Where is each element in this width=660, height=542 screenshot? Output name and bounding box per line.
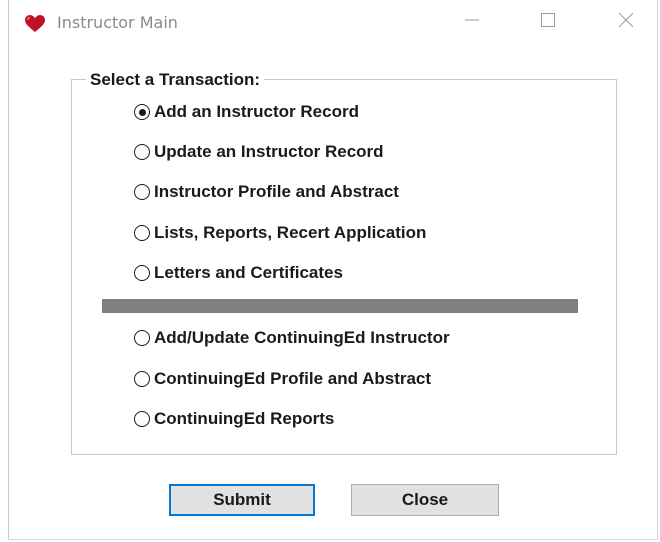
radio-label: Letters and Certificates	[154, 263, 343, 282]
transaction-groupbox: Select a Transaction: Add an Instructor …	[71, 70, 617, 455]
radio-button[interactable]	[134, 265, 150, 281]
radio-instructor-profile-abstract[interactable]: Instructor Profile and Abstract	[134, 180, 399, 204]
instructor-main-window: Instructor Main Select a Transaction: Ad…	[8, 0, 658, 540]
separator-bar	[102, 299, 578, 313]
radio-letters-certificates[interactable]: Letters and Certificates	[134, 261, 343, 285]
radio-lists-reports-recert[interactable]: Lists, Reports, Recert Application	[134, 221, 426, 245]
heart-icon	[25, 15, 45, 33]
close-window-button[interactable]	[603, 6, 649, 38]
radio-button[interactable]	[134, 330, 150, 346]
radio-label: Lists, Reports, Recert Application	[154, 223, 427, 242]
radio-button[interactable]	[134, 225, 150, 241]
submit-button[interactable]: Submit	[169, 484, 315, 516]
window-title: Instructor Main	[57, 13, 178, 32]
radio-label: Add an Instructor Record	[154, 102, 359, 121]
title-bar[interactable]: Instructor Main	[9, 0, 657, 46]
maximize-button[interactable]	[525, 6, 571, 38]
radio-label: Add/Update ContinuingEd Instructor	[154, 328, 450, 347]
radio-label: ContinuingEd Profile and Abstract	[154, 369, 432, 388]
radio-label: Instructor Profile and Abstract	[154, 182, 399, 201]
close-icon	[618, 12, 634, 33]
radio-button[interactable]	[134, 411, 150, 427]
maximize-icon	[540, 12, 556, 33]
radio-ce-profile-abstract[interactable]: ContinuingEd Profile and Abstract	[134, 367, 431, 391]
radio-label: ContinuingEd Reports	[154, 409, 335, 428]
radio-label: Update an Instructor Record	[154, 142, 384, 161]
radio-button[interactable]	[134, 144, 150, 160]
minimize-icon	[464, 12, 480, 33]
radio-update-instructor-record[interactable]: Update an Instructor Record	[134, 140, 384, 164]
close-button[interactable]: Close	[351, 484, 499, 516]
radio-button[interactable]	[134, 184, 150, 200]
groupbox-legend: Select a Transaction:	[86, 70, 265, 90]
radio-add-instructor-record[interactable]: Add an Instructor Record	[134, 100, 359, 124]
minimize-button[interactable]	[449, 6, 495, 38]
radio-ce-reports[interactable]: ContinuingEd Reports	[134, 407, 334, 431]
radio-add-update-ce-instructor[interactable]: Add/Update ContinuingEd Instructor	[134, 326, 450, 350]
radio-button-selected[interactable]	[134, 104, 150, 120]
radio-button[interactable]	[134, 371, 150, 387]
